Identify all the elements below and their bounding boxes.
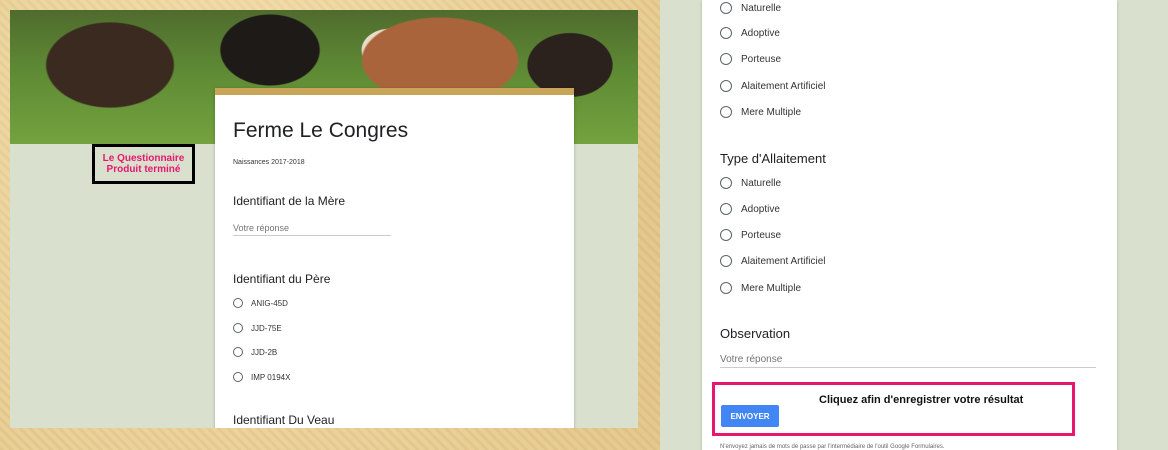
allaitement-option[interactable]: Mere Multiple — [720, 282, 801, 294]
option[interactable]: Adoptive — [720, 27, 780, 39]
question-mere-title: Identifiant de la Mère — [233, 194, 346, 208]
allaitement-option[interactable]: Adoptive — [720, 203, 780, 215]
allaitement-option[interactable]: Alaitement Artificiel — [720, 255, 825, 267]
mere-answer-input[interactable] — [233, 221, 391, 236]
question-observation-title: Observation — [720, 326, 791, 341]
radio-icon[interactable] — [233, 372, 243, 382]
pere-option[interactable]: ANIG-45D — [233, 298, 288, 308]
radio-icon[interactable] — [720, 177, 732, 189]
radio-icon[interactable] — [720, 282, 732, 294]
radio-icon[interactable] — [233, 298, 243, 308]
pere-option[interactable]: IMP 0194X — [233, 372, 290, 382]
submit-annotation-text: Cliquez afin d'enregistrer votre résulta… — [819, 394, 1024, 406]
radio-icon[interactable] — [720, 53, 732, 65]
allaitement-option[interactable]: Naturelle — [720, 177, 781, 189]
observation-input[interactable] — [720, 352, 1096, 368]
form-screenshot-top: Le Questionnaire Produit terminé Ferme L… — [10, 10, 638, 428]
annotation-finished-form: Le Questionnaire Produit terminé — [92, 144, 195, 184]
radio-icon[interactable] — [720, 255, 732, 267]
radio-icon[interactable] — [720, 80, 732, 92]
form-screenshot-bottom: Naturelle Adoptive Porteuse Alaitement A… — [660, 0, 1168, 450]
pere-option[interactable]: JJD-2B — [233, 347, 277, 357]
question-pere-title: Identifiant du Père — [233, 272, 331, 286]
form-description: Naissances 2017-2018 — [233, 159, 305, 166]
submit-button[interactable]: ENVOYER — [721, 405, 779, 427]
radio-icon[interactable] — [720, 229, 732, 241]
pere-option[interactable]: JJD-75E — [233, 323, 282, 333]
radio-icon[interactable] — [720, 27, 732, 39]
allaitement-option[interactable]: Porteuse — [720, 229, 781, 241]
submit-annotation-box: ENVOYER Cliquez afin d'enregistrer votre… — [712, 382, 1075, 436]
radio-icon[interactable] — [720, 106, 732, 118]
radio-icon[interactable] — [720, 2, 732, 14]
question-veau-title: Identifiant Du Veau — [233, 413, 335, 427]
option[interactable]: Alaitement Artificiel — [720, 80, 825, 92]
option[interactable]: Mere Multiple — [720, 106, 801, 118]
option[interactable]: Naturelle — [720, 2, 781, 14]
radio-icon[interactable] — [233, 347, 243, 357]
radio-icon[interactable] — [720, 203, 732, 215]
password-warning: N'envoyez jamais de mots de passe par l'… — [720, 444, 945, 450]
question-allaitement-title: Type d'Allaitement — [720, 151, 826, 166]
form-card: Ferme Le Congres Naissances 2017-2018 Id… — [215, 88, 574, 428]
form-title: Ferme Le Congres — [233, 119, 409, 142]
option[interactable]: Porteuse — [720, 53, 781, 65]
radio-icon[interactable] — [233, 323, 243, 333]
